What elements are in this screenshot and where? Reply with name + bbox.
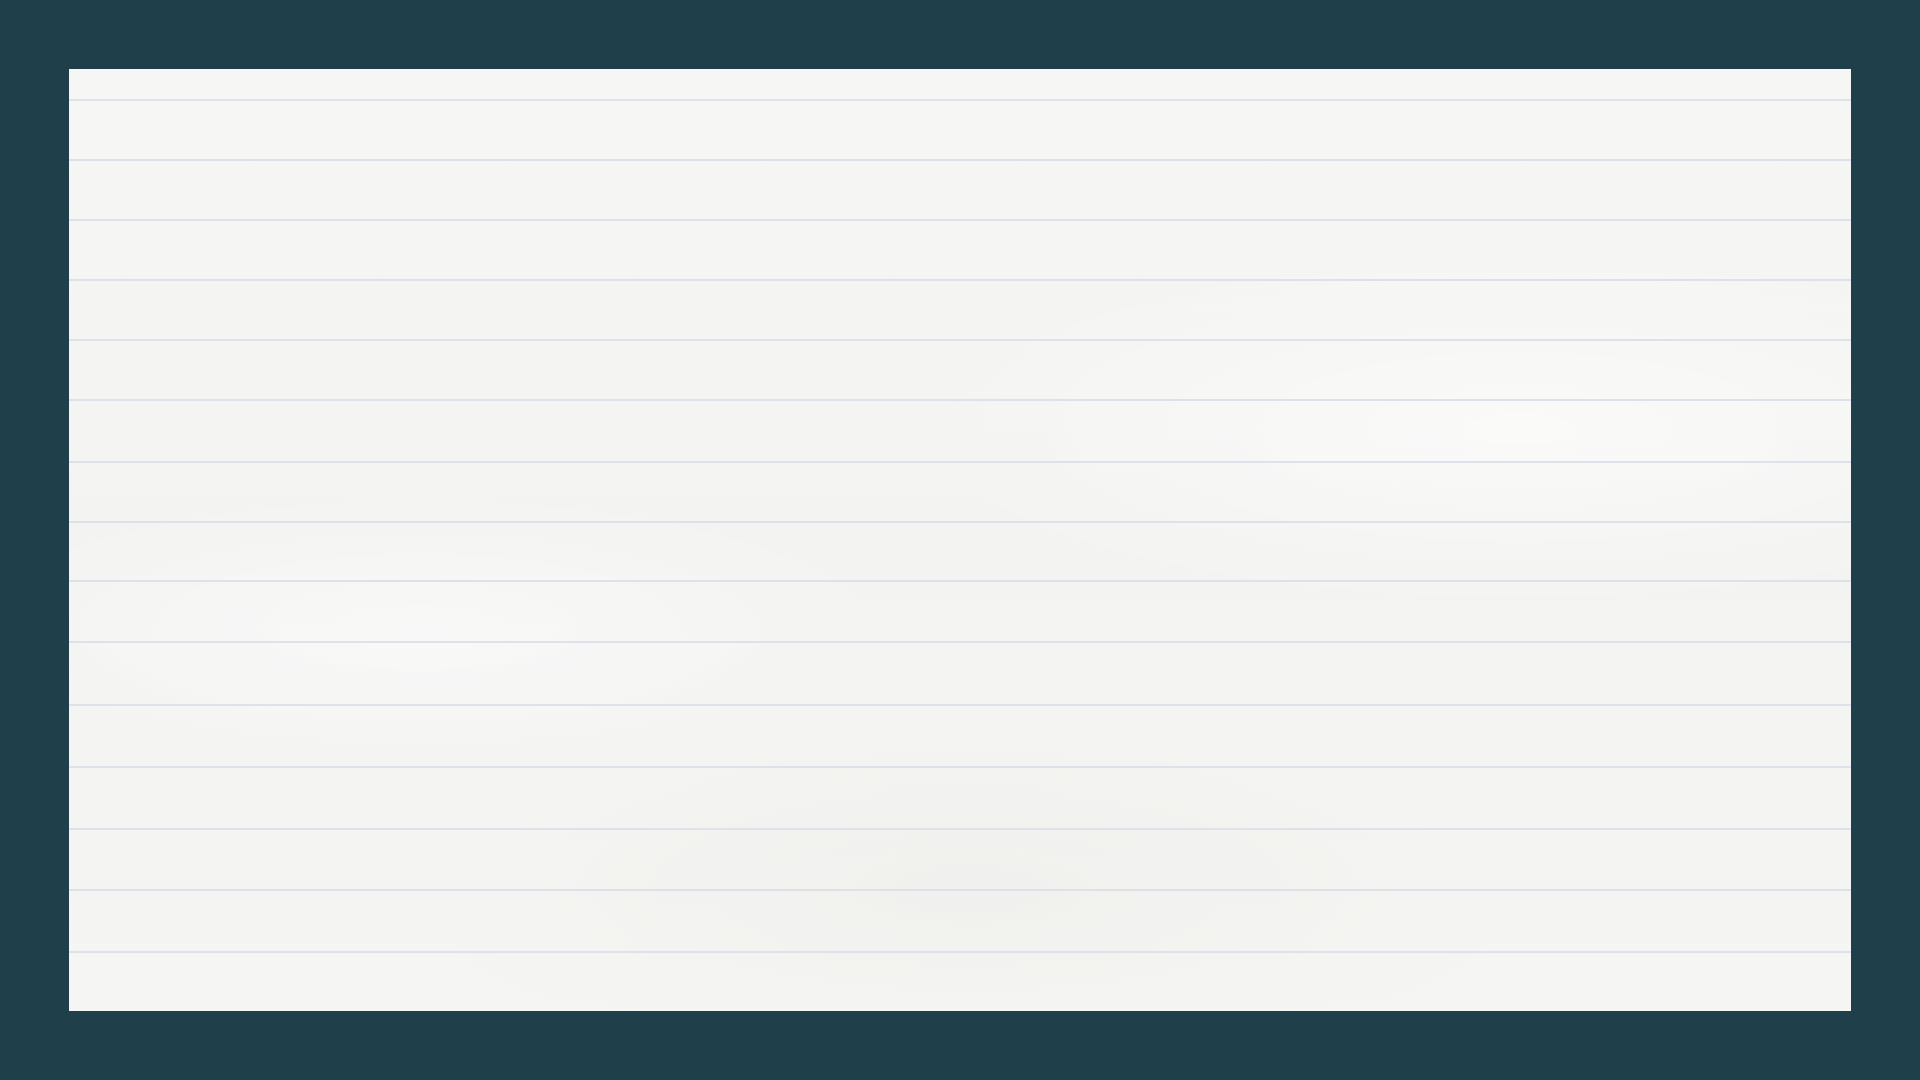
- ruled-line: [69, 828, 1851, 830]
- ruled-line: [69, 399, 1851, 401]
- page-background: [0, 0, 1920, 1080]
- ruled-line: [69, 951, 1851, 953]
- ruled-line: [69, 461, 1851, 463]
- ruled-line: [69, 99, 1851, 101]
- ruled-line: [69, 279, 1851, 281]
- ruled-line: [69, 766, 1851, 768]
- ruled-line: [69, 219, 1851, 221]
- ruled-line: [69, 580, 1851, 582]
- ruled-line: [69, 339, 1851, 341]
- ruled-line: [69, 159, 1851, 161]
- ruled-line: [69, 521, 1851, 523]
- lined-paper: [69, 69, 1851, 1011]
- ruled-line: [69, 641, 1851, 643]
- ruled-line: [69, 704, 1851, 706]
- ruled-line: [69, 889, 1851, 891]
